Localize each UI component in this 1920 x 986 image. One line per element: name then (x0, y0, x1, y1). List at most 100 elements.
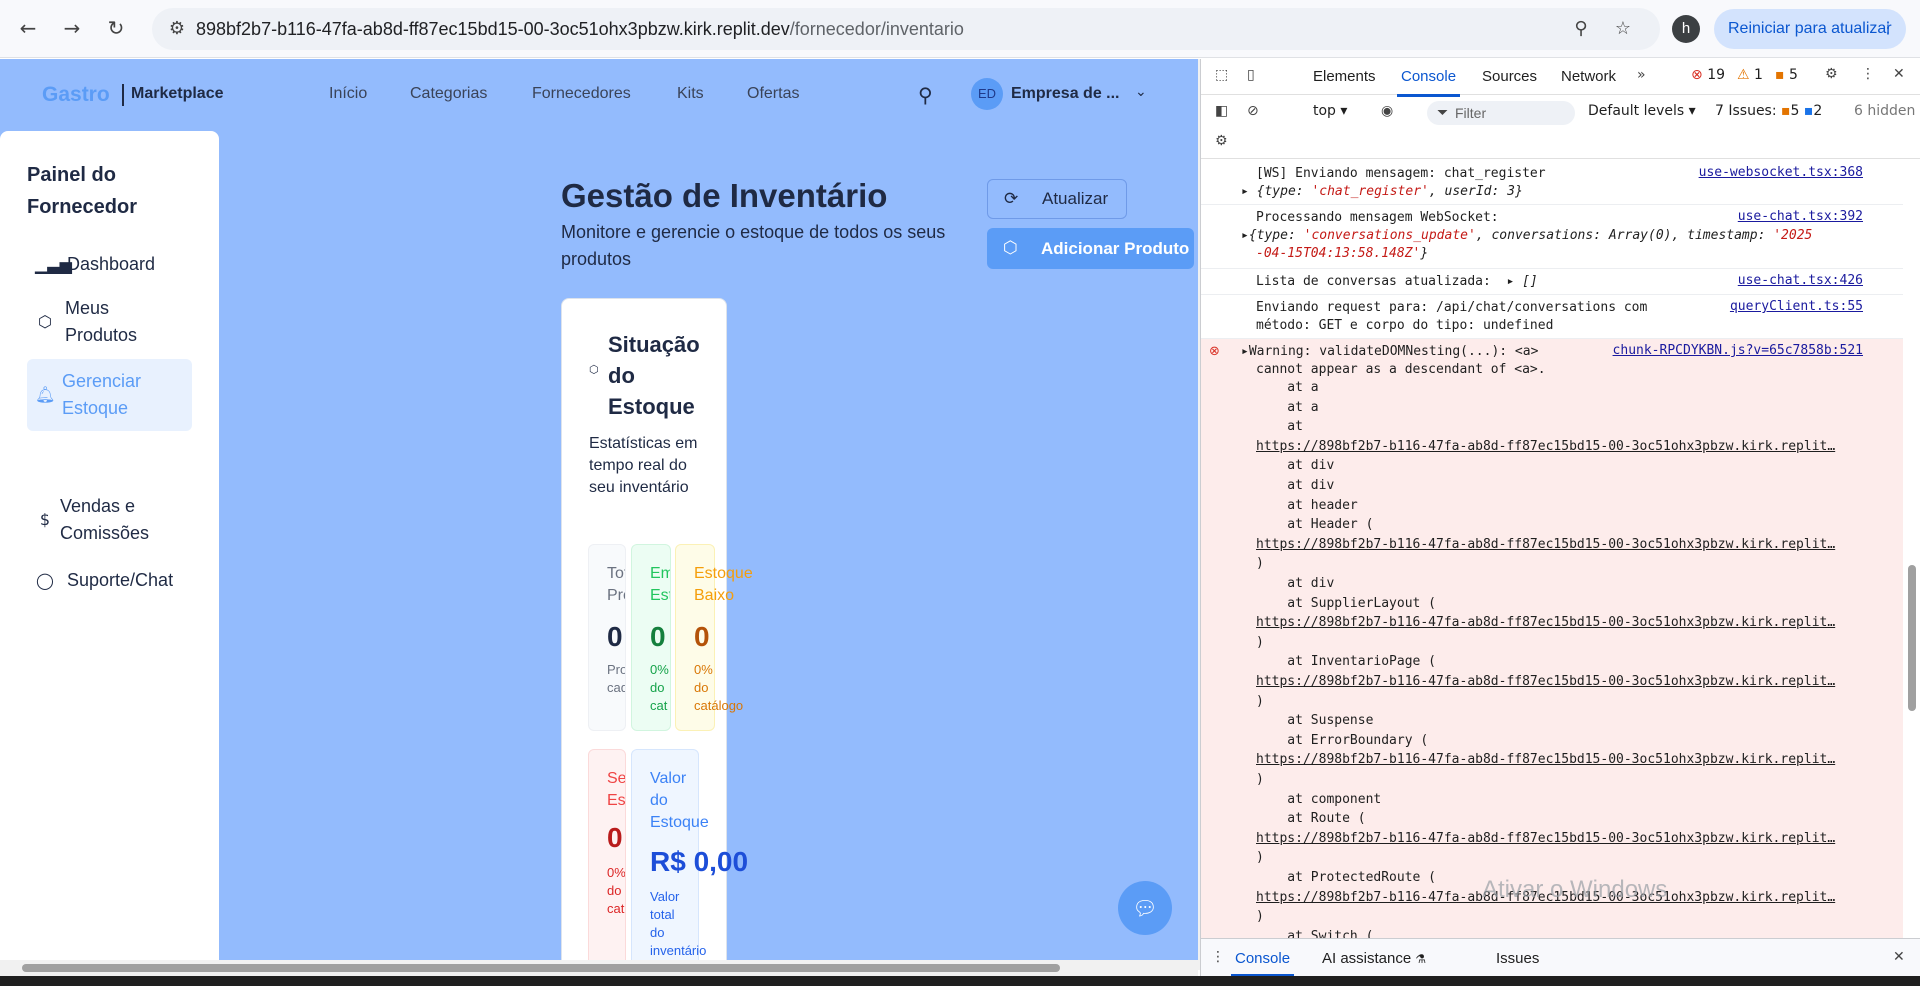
tab-console[interactable]: Console (1396, 68, 1461, 97)
eye-icon[interactable]: ◉ (1381, 103, 1393, 119)
console-scrollbar[interactable] (1903, 161, 1920, 938)
app-viewport: Gastro Marketplace Início Categorias For… (0, 59, 1198, 970)
card-title: Situação do Estoque (608, 332, 700, 419)
stack-line: ) (1256, 634, 1264, 650)
logo-sub[interactable]: Marketplace (131, 85, 224, 103)
tab-network[interactable]: Network (1561, 68, 1616, 85)
chat-fab-button[interactable]: 💬︎ (1118, 881, 1172, 935)
stack-line: at (1256, 419, 1303, 435)
chat-icon: ◯ (36, 571, 54, 590)
drawer-menu-icon[interactable]: ⋮ (1211, 949, 1225, 965)
settings-gear-icon[interactable]: ⚙ (1825, 66, 1838, 82)
stack-link[interactable]: https://898bf2b7-b116-47fa-ab8d-ff87ec15… (1256, 614, 1835, 632)
source-link[interactable]: chunk-RPCDYKBN.js?v=65c7858b:521 (1613, 343, 1863, 358)
profile-avatar[interactable]: h (1672, 15, 1700, 43)
info-count-icon[interactable]: ▪ 5 (1775, 67, 1798, 83)
browser-toolbar: ← → ↻ ⚙ 898bf2b7-b116-47fa-ab8d-ff87ec15… (0, 0, 1920, 58)
issues-link[interactable]: 7 Issues: ▪5 ▪2 (1715, 103, 1822, 119)
address-bar[interactable]: ⚙ 898bf2b7-b116-47fa-ab8d-ff87ec15bd15-0… (152, 8, 1660, 50)
stat-in-stock: EmEst 0 0%docat (631, 544, 671, 731)
stack-link[interactable]: https://898bf2b7-b116-47fa-ab8d-ff87ec15… (1256, 830, 1835, 848)
more-tabs-icon[interactable]: » (1637, 67, 1646, 83)
card-description: Estatísticas em tempo real do seu invent… (589, 435, 698, 496)
stack-link[interactable]: https://898bf2b7-b116-47fa-ab8d-ff87ec15… (1256, 673, 1835, 691)
clear-console-icon[interactable]: ⊘ (1247, 103, 1259, 119)
devtools-tabs: ⬚ ▯ Elements Console Sources Network » ⊗… (1201, 59, 1920, 97)
sidebar-toggle-icon[interactable]: ◧ (1215, 103, 1228, 119)
stat-value: 0 (607, 621, 623, 652)
sidebar-item-suporte[interactable]: ◯ Suporte/Chat (27, 567, 192, 594)
bookmark-star-icon[interactable]: ☆ (1612, 18, 1634, 40)
stack-line: at Switch ( (1256, 928, 1374, 938)
tab-elements[interactable]: Elements (1313, 68, 1376, 85)
more-options-icon[interactable]: ⋮ (1861, 66, 1875, 82)
page-horizontal-scrollbar[interactable] (0, 960, 1198, 976)
nav-kits[interactable]: Kits (677, 85, 704, 103)
dollar-icon: $ (39, 510, 51, 529)
refresh-button[interactable]: ⟳ Atualizar (987, 179, 1127, 219)
stack-link[interactable]: https://898bf2b7-b116-47fa-ab8d-ff87ec15… (1256, 751, 1835, 769)
drawer-tab-console[interactable]: Console (1230, 950, 1295, 976)
page-subtitle: Monitore e gerencie o estoque de todos o… (561, 222, 946, 269)
context-select[interactable]: top ▾ (1313, 103, 1347, 119)
drawer-tab-issues[interactable]: Issues (1496, 950, 1539, 967)
stack-line: ) (1256, 850, 1264, 866)
devtools-drawer: ⋮ Console AI assistance ⚗ Issues ✕ (1201, 938, 1920, 976)
add-product-button[interactable]: ⬡ Adicionar Produto (987, 228, 1194, 269)
tab-sources[interactable]: Sources (1482, 68, 1537, 85)
chevron-down-icon[interactable]: ⌄ (1135, 84, 1147, 100)
warning-count-icon[interactable]: ⚠ 1 (1737, 67, 1763, 83)
drawer-tab-ai[interactable]: AI assistance ⚗ (1322, 950, 1426, 967)
source-link[interactable]: use-chat.tsx:426 (1738, 273, 1863, 288)
user-avatar[interactable]: ED (971, 78, 1003, 110)
filter-input[interactable]: Filter (1427, 101, 1575, 125)
log-entry: Lista de conversas atualizada: ▸ [] use-… (1201, 269, 1903, 295)
company-name[interactable]: Empresa de ... (1011, 85, 1120, 103)
stack-line: at ProtectedRoute ( (1256, 870, 1437, 885)
inspect-element-icon[interactable]: ⬚ (1215, 67, 1228, 83)
stat-value: R$ 0,00 (650, 846, 749, 877)
stat-desc: 0% do catálogo (694, 662, 744, 713)
stack-line: at component (1256, 791, 1382, 807)
device-toolbar-icon[interactable]: ▯ (1247, 67, 1255, 83)
site-info-icon[interactable]: ⚙ (166, 18, 188, 40)
search-icon[interactable]: ⚲ (918, 83, 942, 107)
url-text[interactable]: 898bf2b7-b116-47fa-ab8d-ff87ec15bd15-00-… (196, 19, 964, 40)
stack-line: ) (1256, 909, 1264, 925)
windows-watermark: Ativar o Windows (1482, 876, 1668, 903)
back-arrow-icon[interactable]: ← (14, 14, 42, 42)
logo-main[interactable]: Gastro (42, 83, 110, 107)
stat-value: 0 (607, 822, 623, 853)
console-settings-icon[interactable]: ⚙ (1215, 133, 1228, 149)
nav-fornecedores[interactable]: Fornecedores (532, 85, 631, 103)
forward-arrow-icon[interactable]: → (58, 14, 86, 42)
sidebar-item-dashboard[interactable]: ▁▃▅ Dashboard (27, 251, 192, 278)
close-icon[interactable]: ✕ (1893, 949, 1905, 965)
nav-categorias[interactable]: Categorias (410, 85, 487, 103)
stack-line: at ErrorBoundary ( (1256, 732, 1429, 748)
sidebar-item-estoque[interactable]: 🔔︎ Gerenciar Estoque (27, 359, 192, 431)
sidebar-item-vendas[interactable]: $ Vendas e Comissões (27, 493, 192, 547)
menu-kebab-icon[interactable]: ⋮ (1880, 9, 1896, 49)
scrollbar-thumb[interactable] (1908, 565, 1916, 711)
reload-icon[interactable]: ↻ (102, 14, 130, 42)
zoom-icon[interactable]: ⚲ (1570, 18, 1592, 40)
source-link[interactable]: use-chat.tsx:392 (1738, 209, 1863, 224)
update-browser-button[interactable]: Reiniciar para atualizar ⋮ (1714, 9, 1906, 49)
refresh-icon: ⟳ (1004, 189, 1019, 209)
scrollbar-thumb[interactable] (22, 964, 1060, 972)
bell-icon: 🔔︎ (35, 385, 56, 404)
nav-inicio[interactable]: Início (329, 85, 367, 103)
levels-select[interactable]: Default levels ▾ (1588, 103, 1696, 119)
stat-value: 0 (650, 621, 666, 652)
stack-line: at InventarioPage ( (1256, 654, 1437, 670)
source-link[interactable]: queryClient.ts:55 (1730, 299, 1863, 314)
stack-link[interactable]: https://898bf2b7-b116-47fa-ab8d-ff87ec15… (1256, 438, 1835, 456)
sidebar-item-produtos[interactable]: ⬡ Meus Produtos (27, 295, 192, 349)
nav-ofertas[interactable]: Ofertas (747, 85, 799, 103)
stat-title: Estoque Baixo (694, 565, 753, 604)
close-icon[interactable]: ✕ (1893, 66, 1905, 82)
error-count-icon[interactable]: ⊗ 19 (1691, 67, 1725, 83)
source-link[interactable]: use-websocket.tsx:368 (1699, 165, 1863, 180)
stack-link[interactable]: https://898bf2b7-b116-47fa-ab8d-ff87ec15… (1256, 536, 1835, 554)
